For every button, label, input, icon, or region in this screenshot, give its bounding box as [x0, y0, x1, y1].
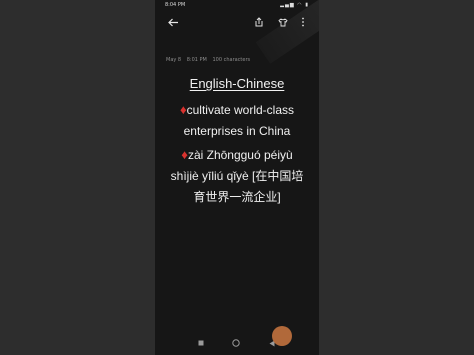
note-date: May 8	[166, 57, 182, 63]
diamond-bullet-icon: ♦	[181, 147, 188, 162]
share-icon	[255, 17, 263, 27]
status-time: 8:04 PM	[165, 2, 186, 8]
more-button[interactable]	[297, 15, 309, 29]
signal-icon: ▂▄▆	[280, 2, 295, 8]
battery-icon: ▮	[305, 2, 309, 8]
theme-button[interactable]	[277, 15, 289, 29]
floating-action-button[interactable]	[272, 326, 292, 346]
wifi-icon: ◠	[297, 2, 303, 8]
recents-button[interactable]	[197, 339, 205, 347]
status-bar: 8:04 PM ▂▄▆ ◠ ▮	[155, 0, 319, 12]
note-toolbar	[155, 12, 319, 34]
note-body[interactable]: English-Chinese ♦cultivate world-class e…	[155, 75, 319, 208]
recents-icon	[198, 340, 204, 346]
navigation-bar	[155, 336, 319, 350]
video-frame: 8:04 PM ▂▄▆ ◠ ▮ May 8 8:01 PM 100 charac…	[0, 0, 474, 355]
share-button[interactable]	[253, 15, 265, 29]
home-icon	[232, 339, 240, 347]
home-button[interactable]	[232, 339, 240, 347]
pinyin-line-2: shìjiè yīliú qǐyè [在中国培	[170, 169, 304, 183]
diamond-bullet-icon: ♦	[179, 102, 187, 117]
english-phrase: ♦cultivate world-class enterprises in Ch…	[155, 99, 319, 142]
english-phrase-line-1: cultivate world-class	[186, 103, 294, 117]
note-time: 8:01 PM	[186, 57, 207, 63]
shirt-icon	[278, 17, 288, 26]
note-title: English-Chinese	[189, 76, 285, 91]
pinyin-line-1: zài Zhōngguó péiyù	[187, 148, 293, 162]
character-count: 100 characters	[212, 57, 251, 63]
note-meta: May 8 8:01 PM 100 characters	[166, 57, 254, 63]
more-vertical-icon	[302, 17, 304, 27]
back-button[interactable]	[165, 14, 181, 30]
status-icons: ▂▄▆ ◠ ▮	[280, 2, 309, 8]
chinese-phrase: ♦zài Zhōngguó péiyù shìjiè yīliú qǐyè [在…	[155, 144, 319, 208]
chinese-characters-line: 育世界一流企业]	[193, 190, 281, 204]
phone-screen: 8:04 PM ▂▄▆ ◠ ▮ May 8 8:01 PM 100 charac…	[155, 0, 319, 355]
english-phrase-line-2: enterprises in China	[183, 124, 291, 138]
back-arrow-icon	[167, 18, 178, 26]
